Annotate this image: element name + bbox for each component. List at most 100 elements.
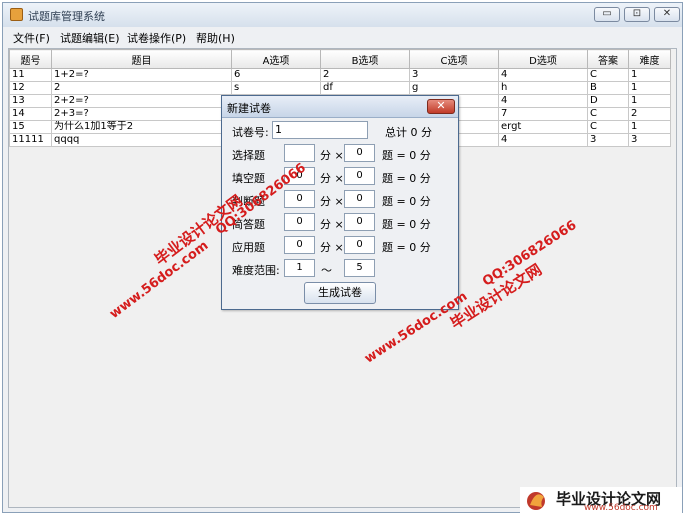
question-count-input[interactable]: 0 [344,144,375,162]
table-cell[interactable]: 3 [628,133,671,147]
table-cell[interactable]: 2 [51,81,232,95]
row-score-result: 题 = 0 分 [382,218,431,231]
table-cell[interactable]: 为什么1加1等于2 [51,120,232,134]
paper-number-input[interactable]: 1 [272,121,368,139]
table-cell[interactable]: C [587,68,629,82]
score-unit-label: 分 × [320,172,344,185]
table-cell[interactable]: 6 [231,68,321,82]
site-logo: 毕业设计论文网 www.56doc.com [520,487,682,513]
col-header-option-c[interactable]: C选项 [409,49,499,69]
table-cell[interactable]: df [320,81,410,95]
table-cell[interactable]: 4 [498,133,588,147]
table-cell[interactable]: qqqq [51,133,232,147]
col-header-option-d[interactable]: D选项 [498,49,588,69]
table-cell[interactable]: 2 [320,68,410,82]
minimize-button[interactable]: ▭ [594,7,620,22]
score-per-question-input[interactable]: 0 [284,213,315,231]
flame-logo-icon [527,492,545,510]
title-bar: 试题库管理系统 ▭ ⊡ ✕ [3,3,682,28]
menu-file[interactable]: 文件(F) [13,30,50,46]
col-header-id[interactable]: 题号 [9,49,52,69]
table-cell[interactable]: D [587,94,629,108]
score-unit-label: 分 × [320,149,344,162]
question-count-input[interactable]: 0 [344,190,375,208]
dialog-close-button[interactable]: ✕ [427,99,455,114]
col-header-question[interactable]: 题目 [51,49,232,69]
table-cell[interactable]: 11111 [9,133,52,147]
difficulty-min-input[interactable]: 1 [284,259,315,277]
score-unit-label: 分 × [320,218,344,231]
paper-number-row: 试卷号: 1 总计 0 分 [230,121,450,141]
logo-site-url: www.56doc.com [584,503,658,513]
table-cell[interactable]: s [231,81,321,95]
table-cell[interactable]: g [409,81,499,95]
row-score-result: 题 = 0 分 [382,149,431,162]
question-count-input[interactable]: 0 [344,167,375,185]
table-cell[interactable]: B [587,81,629,95]
row-score-result: 题 = 0 分 [382,172,431,185]
table-cell[interactable]: 13 [9,94,52,108]
total-score-text: 总计 0 分 [385,126,432,139]
table-cell[interactable]: 7 [498,107,588,121]
difficulty-row: 难度范围: 1 ～ 5 [230,259,450,279]
table-cell[interactable]: 4 [498,68,588,82]
table-cell[interactable]: 1 [628,94,671,108]
difficulty-max-input[interactable]: 5 [344,259,375,277]
menu-help[interactable]: 帮助(H) [196,30,235,46]
table-cell[interactable]: 2+3=? [51,107,232,121]
col-header-difficulty[interactable]: 难度 [628,49,671,69]
difficulty-label: 难度范围: [232,264,280,277]
score-per-question-input[interactable]: 0 [284,190,315,208]
table-cell[interactable]: 1+2=? [51,68,232,82]
table-row[interactable]: 11 1+2=? 6 2 3 4 C 1 [9,68,671,82]
generate-paper-button[interactable]: 生成试卷 [304,282,376,304]
question-type-row: 选择题 分 × 0 题 = 0 分 [230,144,450,164]
col-header-option-a[interactable]: A选项 [231,49,321,69]
difficulty-separator: ～ [321,264,332,277]
row-score-result: 题 = 0 分 [382,241,431,254]
table-cell[interactable]: ergt [498,120,588,134]
menu-paper-operations[interactable]: 试卷操作(P) [127,30,186,46]
table-cell[interactable]: 1 [628,68,671,82]
menu-bar: 文件(F) 试题编辑(E) 试卷操作(P) 帮助(H) [3,27,682,47]
table-header-row: 题号 题目 A选项 B选项 C选项 D选项 答案 难度 [9,49,671,69]
col-header-answer[interactable]: 答案 [587,49,629,69]
table-cell[interactable]: C [587,107,629,121]
table-cell[interactable]: 4 [498,94,588,108]
row-score-result: 题 = 0 分 [382,195,431,208]
question-type-row: 填空题 0 分 × 0 题 = 0 分 [230,167,450,187]
table-cell[interactable]: 3 [587,133,629,147]
table-cell[interactable]: 12 [9,81,52,95]
question-count-input[interactable]: 0 [344,213,375,231]
table-cell[interactable]: 3 [409,68,499,82]
dialog-title: 新建试卷 [227,102,271,115]
score-unit-label: 分 × [320,195,344,208]
window-title: 试题库管理系统 [28,10,105,23]
col-header-option-b[interactable]: B选项 [320,49,410,69]
dialog-title-bar: 新建试卷 ✕ [222,96,458,118]
menu-edit-questions[interactable]: 试题编辑(E) [60,30,120,46]
paper-number-label: 试卷号: [232,126,269,139]
table-cell[interactable]: 1 [628,120,671,134]
table-cell[interactable]: 14 [9,107,52,121]
question-count-input[interactable]: 0 [344,236,375,254]
table-row[interactable]: 12 2 s df g h B 1 [9,81,671,95]
score-unit-label: 分 × [320,241,344,254]
question-type-label: 选择题 [232,149,265,162]
table-cell[interactable]: 15 [9,120,52,134]
table-cell[interactable]: 1 [628,81,671,95]
java-app-icon [10,8,23,21]
main-window: 试题库管理系统 ▭ ⊡ ✕ 文件(F) 试题编辑(E) 试卷操作(P) 帮助(H… [2,2,683,513]
table-cell[interactable]: 2 [628,107,671,121]
question-type-label: 填空题 [232,172,265,185]
table-cell[interactable]: h [498,81,588,95]
question-type-row: 简答题 0 分 × 0 题 = 0 分 [230,213,450,233]
score-per-question-input[interactable]: 0 [284,236,315,254]
question-type-label: 应用题 [232,241,265,254]
close-button[interactable]: ✕ [654,7,680,22]
table-cell[interactable]: C [587,120,629,134]
table-cell[interactable]: 11 [9,68,52,82]
table-cell[interactable]: 2+2=? [51,94,232,108]
question-type-row: 应用题 0 分 × 0 题 = 0 分 [230,236,450,256]
maximize-button[interactable]: ⊡ [624,7,650,22]
